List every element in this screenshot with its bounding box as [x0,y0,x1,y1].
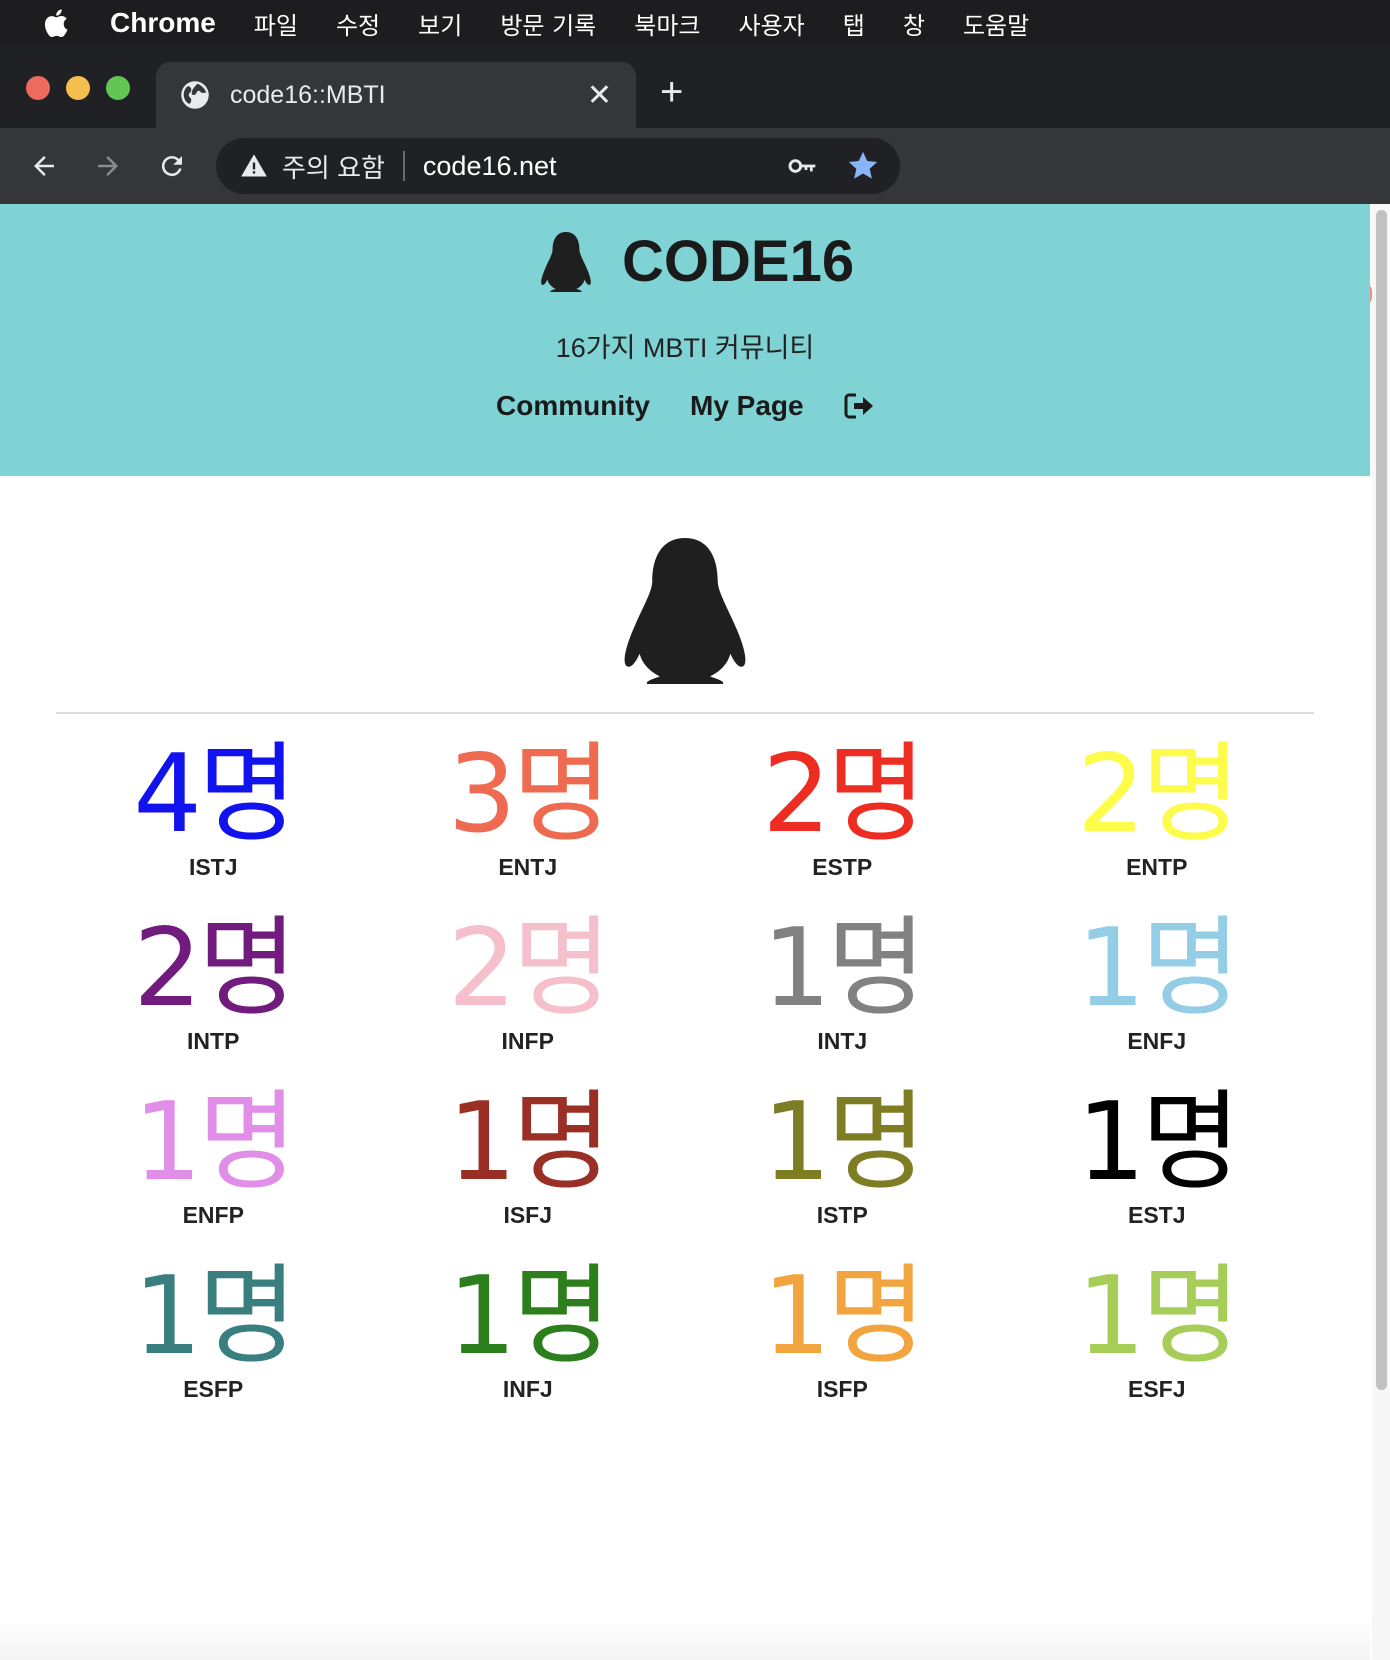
menu-edit[interactable]: 수정 [336,6,380,41]
mbti-count: 3명 [447,732,612,857]
mbti-count: 1명 [762,906,926,1031]
minimize-window-button[interactable] [66,76,90,100]
mbti-stat-cell: 2명 INTP [56,910,371,1064]
mbti-type-label: ENTJ [498,854,558,880]
warning-icon[interactable] [240,152,268,180]
mbti-stat-cell: 2명 ESTP [685,736,1000,890]
arrow-right-icon [98,156,118,176]
site-tagline: 16가지 MBTI 커뮤니티 [555,333,815,363]
brand-name: CODE16 [622,229,855,294]
mbti-stat-cell: 3명 ENTJ [371,736,686,890]
mbti-count: 1명 [1076,906,1241,1031]
key-icon[interactable] [786,150,818,182]
close-window-button[interactable] [26,76,50,100]
mbti-stat-cell: 4명 ISTJ [56,736,371,890]
mbti-type-label: ENFJ [1127,1028,1187,1054]
scrollbar-thumb[interactable] [1376,210,1387,1390]
window-controls [26,76,130,100]
nav-community-link[interactable]: Community [496,390,650,422]
mbti-type-label: ISTP [816,1202,868,1228]
mbti-type-label: ESTP [812,854,873,880]
site-header: CODE16 16가지 MBTI 커뮤니티 Community My Page [0,204,1370,476]
forward-button[interactable] [88,146,128,186]
mbti-stat-cell: 1명 INTJ [685,910,1000,1064]
browser-tab[interactable]: code16::MBTI ✕ [156,62,636,128]
mbti-type-label: ESFP [183,1376,244,1402]
mbti-count: 2명 [1076,732,1241,857]
mbti-stat-cell: 1명 ESFP [56,1258,371,1412]
mbti-type-label: INFP [501,1028,554,1054]
menubar-app-name[interactable]: Chrome [110,7,216,39]
brand[interactable]: CODE16 [540,228,854,295]
zoom-window-button[interactable] [106,76,130,100]
apple-icon[interactable] [0,7,110,39]
omnibox-separator [402,151,405,181]
mbti-count: 1명 [1076,1080,1241,1205]
mbti-count: 2명 [133,906,297,1031]
menu-window[interactable]: 창 [903,6,925,41]
mbti-stat-cell: 1명 ISFJ [371,1084,686,1238]
mbti-count: 1명 [133,1080,297,1205]
mbti-type-label: ISTJ [188,854,238,880]
mbti-stat-cell: 1명 ISTP [685,1084,1000,1238]
macos-menubar: Chrome 파일 수정 보기 방문 기록 북마크 사용자 탭 창 도움말 [0,0,1390,46]
mbti-stat-cell: 1명 ESFJ [1000,1258,1315,1412]
arrow-left-icon [34,156,54,176]
menu-tab[interactable]: 탭 [843,6,865,41]
menu-history[interactable]: 방문 기록 [500,6,596,41]
mbti-stat-cell: 1명 ENFP [56,1084,371,1238]
menu-file[interactable]: 파일 [254,6,298,41]
mbti-count: 1명 [447,1080,612,1205]
mbti-count: 1명 [133,1254,297,1379]
back-button[interactable] [24,146,64,186]
menu-bookmarks[interactable]: 북마크 [634,6,700,41]
menu-help[interactable]: 도움말 [963,6,1029,41]
mbti-type-label: INFJ [502,1376,553,1402]
page-bottom-fade [0,1620,1370,1660]
mbti-stat-cell: 1명 ESTJ [1000,1084,1315,1238]
page-scrollbar[interactable] [1372,204,1390,1660]
reload-icon [161,156,182,177]
tab-close-icon[interactable]: ✕ [587,78,612,113]
url-text[interactable]: code16.net [423,151,786,182]
globe-icon [181,81,209,109]
mbti-type-label: INTP [187,1028,240,1054]
site-nav: Community My Page [496,390,874,422]
mbti-stat-cell: 1명 INFJ [371,1258,686,1412]
tab-strip: code16::MBTI ✕ + [0,46,1390,128]
mbti-stats-grid: 4명 ISTJ 3명 ENTJ 2명 ESTP 2명 ENTP 2명 INTP 2명 INFP 1명 IN… [56,736,1314,1412]
mbti-type-label: ENFP [182,1202,244,1228]
mbti-count: 1명 [1076,1254,1241,1379]
mbti-type-label: INTJ [817,1028,868,1054]
menu-profiles[interactable]: 사용자 [739,6,805,41]
penguin-logo-icon [541,231,591,292]
logout-icon[interactable] [844,393,874,419]
mbti-stat-cell: 2명 ENTP [1000,736,1315,890]
mbti-type-label: ISFJ [503,1202,553,1228]
mbti-stat-cell: 1명 ISFP [685,1258,1000,1412]
mbti-type-label: ESFJ [1127,1376,1186,1402]
mbti-count: 1명 [447,1254,612,1379]
mbti-type-label: ESTJ [1127,1202,1186,1228]
mbti-type-label: ENTP [1126,854,1188,880]
new-tab-button[interactable]: + [660,70,683,115]
browser-toolbar: 주의 요함 code16.net {…} [0,128,1390,314]
nav-mypage-link[interactable]: My Page [690,390,804,422]
mbti-count: 1명 [762,1254,926,1379]
reload-button[interactable] [152,146,192,186]
mbti-type-label: ISFP [816,1376,868,1402]
mbti-count: 4명 [133,732,297,857]
content-divider [56,712,1314,714]
menu-view[interactable]: 보기 [418,6,462,41]
bookmark-star-icon[interactable] [846,149,880,183]
tab-title: code16::MBTI [230,80,386,109]
mbti-stat-cell: 2명 INFP [371,910,686,1064]
mbti-stat-cell: 1명 ENFJ [1000,910,1315,1064]
address-bar[interactable]: 주의 요함 code16.net [216,138,900,194]
penguin-icon [624,538,746,684]
mbti-count: 2명 [762,732,926,857]
mbti-count: 1명 [762,1080,926,1205]
security-status-label[interactable]: 주의 요함 [282,148,385,185]
mbti-count: 2명 [447,906,612,1031]
